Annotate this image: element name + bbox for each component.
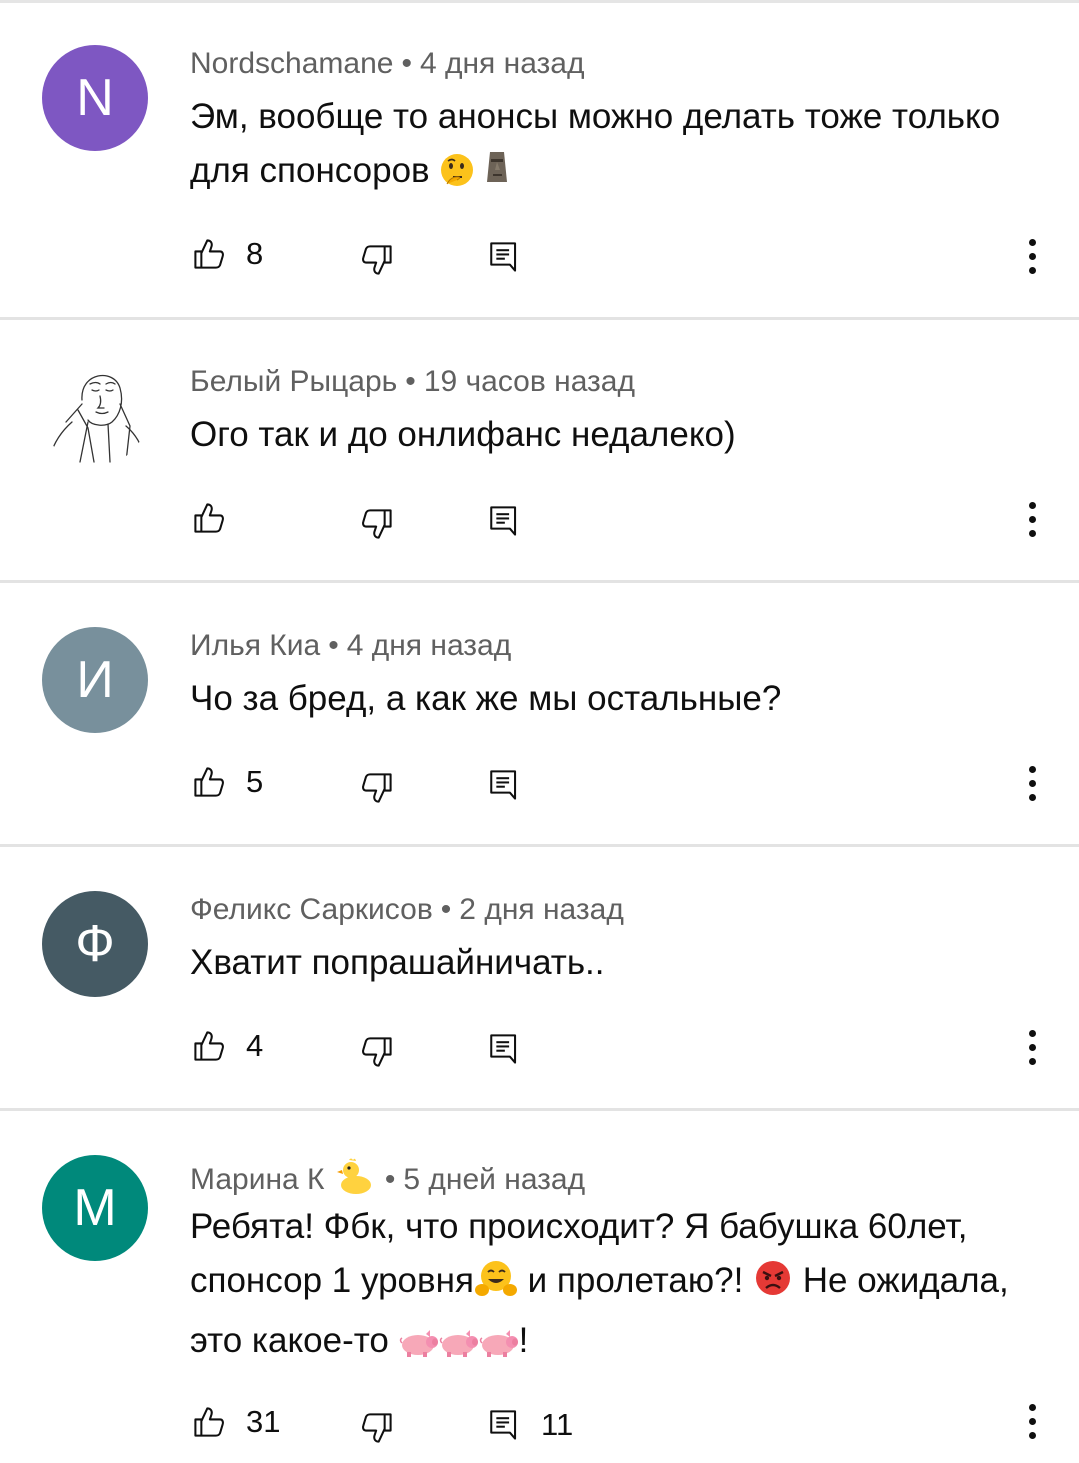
thumbs-up-icon: [192, 1029, 226, 1063]
comment-divider: [0, 317, 1079, 320]
comment-meta: Илья Киа • 4 дня назад: [190, 629, 511, 663]
comment-time: 4 дня назад: [419, 47, 585, 80]
avatar[interactable]: Ф: [42, 891, 148, 997]
comment-meta: Nordschamane • 4 дня назад: [190, 47, 584, 81]
comment-divider: [0, 844, 1079, 847]
comment-text-part: Эм, вообще то анонсы можно делать тоже т…: [190, 97, 1001, 190]
angry-face-emoji: [753, 1258, 793, 1314]
dislike-button[interactable]: [360, 238, 394, 282]
comment-divider: [0, 580, 1079, 583]
comment-text: Ого так и до онлифанс недалеко): [190, 408, 1030, 462]
thumbs-down-icon: [360, 1411, 394, 1445]
comment-divider: [0, 1108, 1079, 1111]
more-vert-icon: [1029, 1030, 1036, 1037]
reply-button[interactable]: [487, 763, 541, 807]
moai-emoji: [485, 148, 511, 204]
more-vert-icon: [1029, 1404, 1036, 1411]
avatar[interactable]: [42, 360, 148, 466]
comment-meta: Белый Рыцарь • 19 часов назад: [190, 365, 635, 399]
thumbs-down-icon: [360, 771, 394, 805]
like-count: 5: [246, 764, 264, 799]
comment-text-part: Ого так и до онлифанс недалеко): [190, 415, 736, 454]
more-options-button[interactable]: [1020, 762, 1044, 806]
comment-text-part: и пролетаю?!: [517, 1261, 754, 1300]
thumbs-down-icon: [360, 507, 394, 541]
more-options-button[interactable]: [1020, 1026, 1044, 1070]
reply-comment-icon: [487, 1030, 521, 1068]
reply-count: 11: [541, 1407, 574, 1442]
comment-meta: Феликс Саркисов • 2 дня назад: [190, 893, 624, 927]
top-divider: [0, 0, 1079, 3]
thumbs-up-icon: [192, 237, 226, 271]
avatar[interactable]: И: [42, 627, 148, 733]
like-count: 31: [246, 1404, 281, 1439]
comment-text-part: Хватит попрашайничать..: [190, 943, 605, 982]
author-name[interactable]: Илья Киа: [190, 629, 320, 662]
like-button[interactable]: 5: [192, 760, 263, 804]
like-count: 4: [246, 1028, 264, 1063]
separator-dot: •: [440, 893, 452, 926]
thumbs-up-icon: [192, 1405, 226, 1439]
duck-emoji: [336, 1157, 373, 1203]
reply-comment-icon: [487, 502, 521, 540]
dislike-button[interactable]: [360, 1406, 394, 1450]
author-name[interactable]: Белый Рыцарь: [190, 365, 397, 398]
pig-emoji: [399, 1320, 439, 1374]
comment-text: Чо за бред, а как же мы остальные?: [190, 672, 1030, 726]
like-button[interactable]: 31: [192, 1400, 280, 1444]
separator-dot: •: [328, 629, 339, 662]
comment-text-part: !: [518, 1321, 529, 1360]
comment-time: 4 дня назад: [346, 629, 512, 662]
thinking-face-emoji: [439, 150, 475, 204]
reply-button[interactable]: [487, 235, 541, 279]
dislike-button[interactable]: [360, 1030, 394, 1074]
avatar[interactable]: M: [42, 1155, 148, 1261]
separator-dot: •: [401, 47, 412, 80]
more-options-button[interactable]: [1020, 1400, 1044, 1444]
more-options-button[interactable]: [1020, 235, 1044, 279]
reply-comment-icon: [487, 1406, 521, 1444]
more-vert-icon: [1029, 502, 1036, 509]
comment-text: Эм, вообще то анонсы можно делать тоже т…: [190, 90, 1030, 204]
author-name[interactable]: Феликс Саркисов: [190, 893, 433, 926]
dislike-button[interactable]: [360, 502, 394, 546]
reply-button[interactable]: 11: [487, 1403, 573, 1447]
like-button[interactable]: 4: [192, 1024, 263, 1068]
comment-time: 5 дней назад: [403, 1163, 586, 1196]
thumbs-up-icon: [192, 765, 226, 799]
reply-comment-icon: [487, 238, 521, 276]
like-button[interactable]: [192, 496, 246, 540]
more-vert-icon: [1029, 766, 1036, 773]
reply-button[interactable]: [487, 1027, 541, 1071]
like-button[interactable]: 8: [192, 232, 263, 276]
separator-dot: •: [384, 1163, 396, 1196]
sketch-man-face-avatar: [49, 374, 145, 463]
pig-emoji: [439, 1320, 479, 1374]
reply-button[interactable]: [487, 499, 541, 543]
comment-text: Хватит попрашайничать..: [190, 936, 1030, 990]
comment-time: 19 часов назад: [423, 365, 635, 398]
reply-comment-icon: [487, 766, 521, 804]
pig-emoji: [479, 1320, 519, 1374]
comment-meta: Марина К • 5 дней назад: [190, 1157, 585, 1203]
comment-text: Ребята! Фбк, что происходит? Я бабушка 6…: [190, 1200, 1030, 1374]
like-count: 8: [246, 236, 264, 271]
thumbs-up-icon: [192, 501, 226, 535]
more-vert-icon: [1029, 239, 1036, 246]
thumbs-down-icon: [360, 1035, 394, 1069]
comment-time: 2 дня назад: [459, 893, 624, 926]
author-name[interactable]: Марина К: [190, 1163, 325, 1196]
separator-dot: •: [405, 365, 416, 398]
avatar[interactable]: N: [42, 45, 148, 151]
dislike-button[interactable]: [360, 766, 394, 810]
hugging-face-emoji: [474, 1258, 518, 1314]
comment-text-part: Чо за бред, а как же мы остальные?: [190, 679, 782, 718]
thumbs-down-icon: [360, 243, 394, 277]
more-options-button[interactable]: [1020, 498, 1044, 542]
author-name[interactable]: Nordschamane: [190, 47, 393, 80]
